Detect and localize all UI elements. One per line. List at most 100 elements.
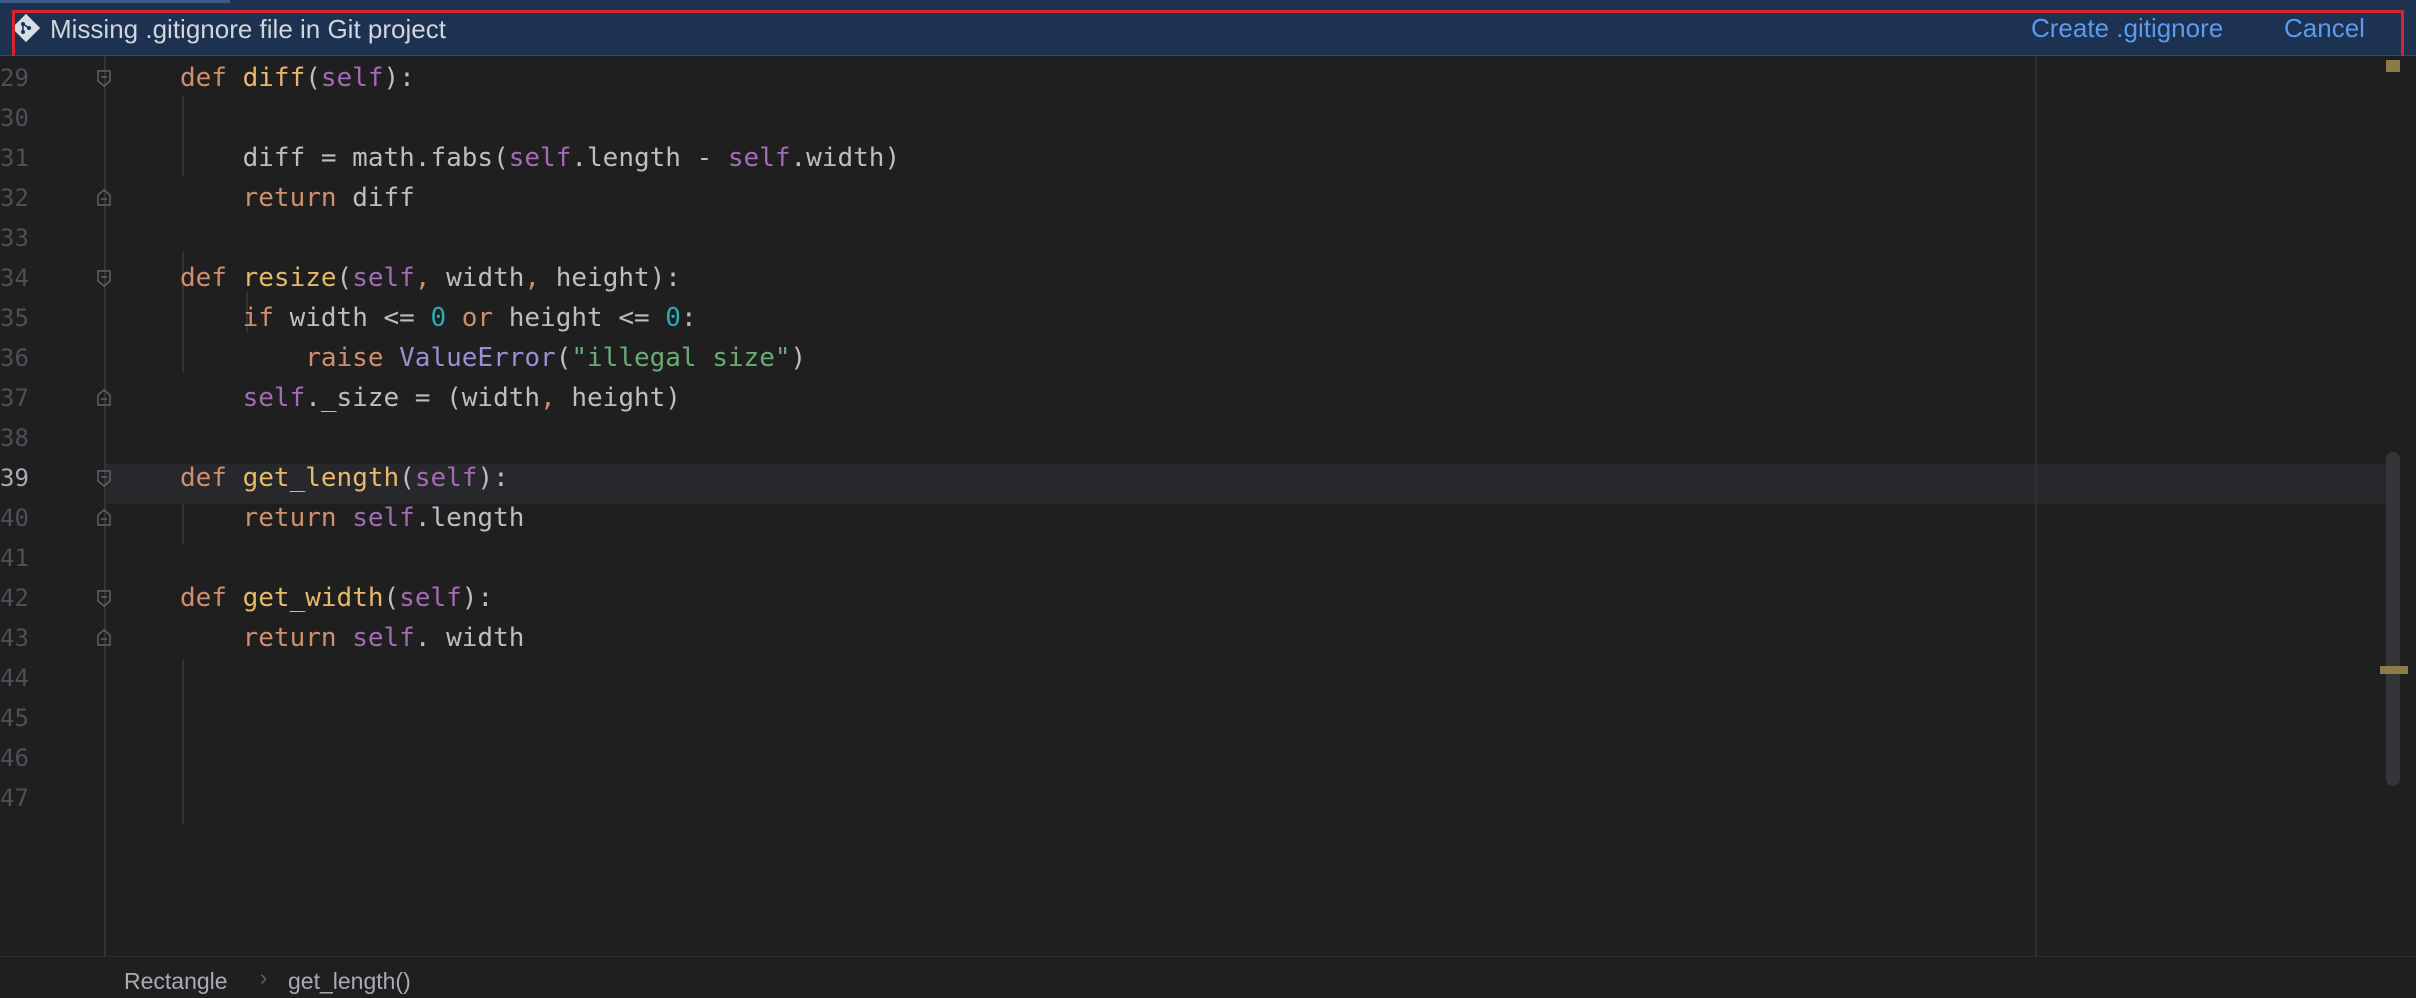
git-icon	[11, 13, 41, 43]
code-line[interactable]: self._size = (width, height)	[180, 378, 681, 418]
code-token: ):	[461, 583, 494, 613]
code-token: .length -	[571, 143, 728, 173]
code-line[interactable]: def get_width(self):	[180, 578, 493, 618]
line-number: 46	[0, 744, 29, 772]
line-number: 40	[0, 504, 29, 532]
create-gitignore-link[interactable]: Create .gitignore	[2031, 13, 2223, 43]
code-token: )	[790, 343, 807, 373]
fold-marker-icon[interactable]	[96, 469, 112, 487]
code-token: (	[383, 583, 400, 613]
code-token: def	[180, 263, 243, 293]
code-token: def	[180, 463, 243, 493]
breadcrumb-separator: ›	[260, 965, 268, 990]
code-token: ,	[540, 383, 572, 413]
breadcrumb-item-rectangle[interactable]: Rectangle	[124, 967, 228, 995]
code-token: ._size = (width	[305, 383, 541, 413]
line-number: 34	[0, 264, 29, 292]
code-token: (	[305, 63, 321, 93]
code-token: height)	[571, 383, 681, 413]
code-token: ):	[383, 63, 415, 93]
code-line[interactable]: def diff(self):	[180, 58, 415, 98]
code-line[interactable]: return self.length	[180, 498, 525, 538]
cancel-link[interactable]: Cancel	[2284, 13, 2365, 43]
banner-accent-strip	[0, 0, 230, 3]
code-line[interactable]: if width <= 0 or height <= 0:	[180, 298, 697, 338]
code-token: width <=	[289, 303, 431, 333]
line-number: 47	[0, 784, 29, 812]
line-number: 39	[0, 464, 29, 492]
breadcrumb-item-get-length[interactable]: get_length()	[288, 967, 411, 995]
code-token: 0	[430, 303, 447, 333]
code-token: or	[446, 303, 509, 333]
fold-marker-icon[interactable]	[96, 269, 112, 287]
code-token: "illegal size"	[571, 343, 791, 373]
code-token: :	[680, 303, 697, 333]
code-token: get_width	[242, 583, 384, 613]
code-token: return	[180, 503, 353, 533]
code-token: ValueError	[399, 343, 556, 373]
code-token: get_length	[242, 463, 400, 493]
code-token: raise	[180, 343, 400, 373]
indent-guide	[182, 660, 184, 824]
code-token: ,	[524, 263, 556, 293]
fold-marker-icon[interactable]	[96, 629, 112, 647]
code-line[interactable]: return diff	[180, 178, 415, 218]
line-number: 32	[0, 184, 29, 212]
code-token: def	[180, 63, 243, 93]
fold-marker-icon[interactable]	[96, 189, 112, 207]
code-token: height <=	[508, 303, 666, 333]
code-token: self	[320, 63, 384, 93]
code-token: diff	[352, 183, 415, 213]
line-number: 41	[0, 544, 29, 572]
right-margin-guide	[2035, 56, 2037, 956]
fold-marker-icon[interactable]	[96, 389, 112, 407]
code-token: def	[180, 583, 243, 613]
code-token: return	[180, 183, 353, 213]
line-number: 44	[0, 664, 29, 692]
gitignore-notification-banner: Missing .gitignore file in Git project C…	[0, 0, 2416, 56]
line-number: 29	[0, 64, 29, 92]
code-token: .length	[414, 503, 525, 533]
line-number: 35	[0, 304, 29, 332]
code-token: width	[446, 263, 525, 293]
code-line[interactable]: def get_length(self):	[180, 458, 509, 498]
ide-window: Missing .gitignore file in Git project C…	[0, 0, 2416, 998]
line-number: 43	[0, 624, 29, 652]
warning-marker[interactable]	[2380, 666, 2408, 674]
code-token: resize	[242, 263, 337, 293]
code-token: diff	[242, 63, 306, 93]
code-line[interactable]: diff = math.fabs(self.length - self.widt…	[180, 138, 901, 178]
code-line[interactable]: return self. width	[180, 618, 525, 658]
breadcrumb: Rectangle › get_length()	[0, 956, 2416, 998]
line-number: 31	[0, 144, 29, 172]
code-token: self	[414, 463, 478, 493]
code-token: self	[352, 623, 415, 653]
code-token: self	[352, 263, 415, 293]
code-editor[interactable]: 29 def diff(self): 30 31 diff = math.fabs(s…	[0, 56, 2416, 956]
code-token: if	[180, 303, 290, 333]
line-number: 38	[0, 424, 29, 452]
code-token: 0	[665, 303, 681, 333]
code-token: ,	[414, 263, 447, 293]
code-line[interactable]: def resize(self, width, height):	[180, 258, 681, 298]
code-token: self	[727, 143, 791, 173]
code-token: self	[508, 143, 572, 173]
line-number: 33	[0, 224, 29, 252]
fold-marker-icon[interactable]	[96, 589, 112, 607]
line-number: 42	[0, 584, 29, 612]
code-token: return	[180, 623, 353, 653]
code-token: . width	[414, 623, 525, 653]
line-number: 45	[0, 704, 29, 732]
code-token: (	[399, 463, 415, 493]
code-token: (	[555, 343, 572, 373]
code-line[interactable]: raise ValueError("illegal size")	[180, 338, 806, 378]
line-number: 36	[0, 344, 29, 372]
vertical-scrollbar[interactable]	[2386, 452, 2400, 786]
error-marker[interactable]	[2386, 60, 2400, 72]
code-token: (	[336, 263, 353, 293]
code-token: height):	[555, 263, 681, 293]
line-number: 30	[0, 104, 29, 132]
fold-marker-icon[interactable]	[96, 509, 112, 527]
code-token: ):	[477, 463, 509, 493]
fold-marker-icon[interactable]	[96, 69, 112, 87]
